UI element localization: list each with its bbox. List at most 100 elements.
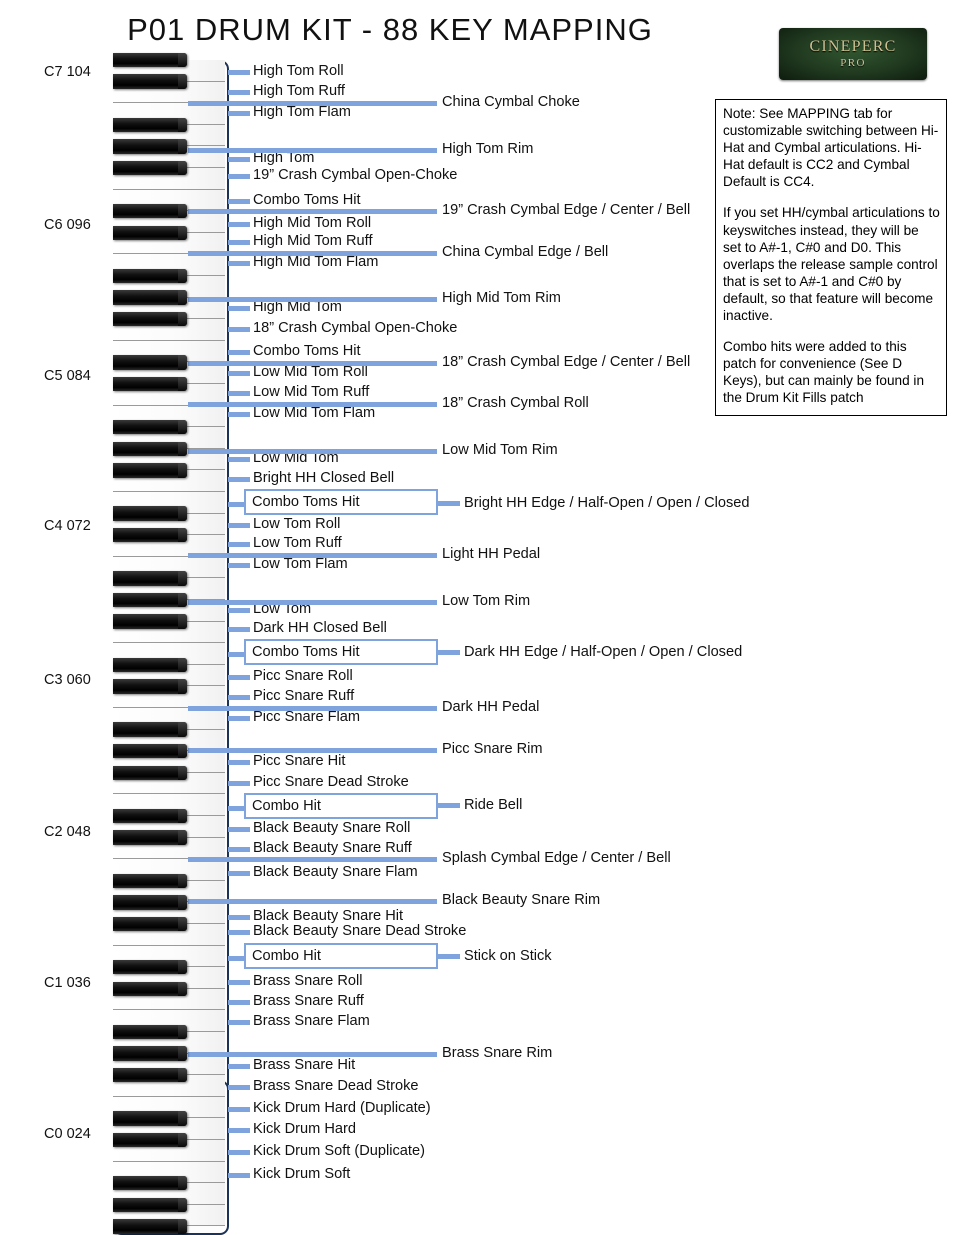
black-key[interactable] (113, 376, 187, 392)
articulation-label-white: Low Mid Tom Flam (253, 405, 376, 421)
connector-line-white (228, 240, 250, 245)
articulation-label-combo: Bright HH Edge / Half-Open / Open / Clos… (464, 495, 750, 511)
black-key[interactable] (113, 311, 187, 327)
articulation-label-white: High Mid Tom (253, 299, 342, 315)
black-key[interactable] (113, 679, 187, 694)
black-key[interactable] (113, 74, 187, 89)
page-title: P01 Drum Kit - 88 Key Mapping (127, 12, 653, 47)
connector-line-white (228, 70, 250, 75)
connector-line-white (228, 1064, 250, 1069)
black-key[interactable] (113, 614, 187, 629)
black-key[interactable] (113, 203, 187, 219)
connector-line-white (228, 306, 250, 311)
black-key[interactable] (113, 1111, 187, 1126)
black-key[interactable] (113, 463, 187, 478)
articulation-label-black: 18” Crash Cymbal Roll (442, 395, 589, 411)
black-key[interactable] (113, 722, 187, 737)
connector-line-white (228, 781, 250, 786)
connector-line-black (188, 297, 437, 302)
connector-line-black (188, 148, 437, 153)
articulation-label-white: Brass Snare Hit (253, 1057, 356, 1073)
connector-line-black (188, 251, 437, 256)
articulation-label-black: Picc Snare Rim (442, 741, 543, 757)
black-key[interactable] (113, 895, 187, 910)
black-key[interactable] (113, 808, 187, 824)
black-key[interactable] (113, 225, 187, 241)
articulation-label-black: 19” Crash Cymbal Edge / Center / Bell (442, 202, 691, 218)
articulation-label-white: Picc Snare Roll (253, 668, 353, 684)
note-paragraph: If you set HH/cymbal articulations to ke… (723, 205, 940, 324)
black-key[interactable] (113, 873, 187, 889)
black-key[interactable] (113, 765, 187, 781)
articulation-label-black: High Tom Rim (442, 141, 534, 157)
connector-line-white (228, 627, 250, 632)
articulation-label-white: Picc Snare Dead Stroke (253, 774, 409, 790)
black-key[interactable] (113, 268, 187, 284)
connector-line-black (188, 748, 437, 753)
black-key[interactable] (113, 981, 187, 997)
black-key[interactable] (113, 1024, 187, 1040)
combo-hit-box: Combo Toms Hit (244, 489, 438, 515)
black-key[interactable] (113, 571, 187, 586)
octave-marker-c0: C0 024 (44, 1126, 91, 1142)
note-box: Note: See MAPPING tab for customizable s… (715, 99, 947, 416)
octave-marker-c7: C7 104 (44, 64, 91, 80)
black-key[interactable] (113, 52, 187, 68)
connector-line-combo (437, 501, 460, 506)
black-key[interactable] (113, 1132, 187, 1148)
articulation-label-combo: Ride Bell (464, 797, 523, 813)
articulation-label-white: Brass Snare Dead Stroke (253, 1078, 419, 1094)
black-key[interactable] (113, 743, 187, 759)
black-key[interactable] (113, 506, 187, 521)
articulation-label-white: Kick Drum Hard (Duplicate) (253, 1100, 431, 1116)
black-key[interactable] (113, 441, 187, 457)
connector-line-white (228, 350, 250, 355)
black-key[interactable] (113, 959, 187, 975)
black-key[interactable] (113, 117, 187, 133)
connector-line-white (228, 827, 250, 832)
octave-marker-c6: C6 096 (44, 217, 91, 233)
black-key[interactable] (113, 657, 187, 673)
black-key[interactable] (113, 419, 187, 435)
connector-line-white (228, 716, 250, 721)
articulation-label-black: Light HH Pedal (442, 546, 541, 562)
octave-marker-c4: C4 072 (44, 518, 91, 534)
connector-line-white (228, 608, 250, 613)
black-key[interactable] (113, 355, 187, 370)
black-key[interactable] (113, 527, 187, 543)
octave-marker-c5: C5 084 (44, 368, 91, 384)
connector-line-black (188, 600, 437, 605)
black-key[interactable] (113, 592, 187, 608)
articulation-label-white: High Tom Roll (253, 63, 344, 79)
octave-marker-c2: C2 048 (44, 824, 91, 840)
black-key[interactable] (113, 1067, 187, 1083)
connector-line-white (228, 371, 250, 376)
black-key[interactable] (113, 916, 187, 932)
connector-line-white (228, 563, 250, 568)
connector-line-white (228, 90, 250, 95)
articulation-label-combo: Stick on Stick (464, 948, 552, 964)
connector-line-white (228, 1128, 250, 1133)
black-key[interactable] (113, 1175, 187, 1191)
connector-line-black (188, 209, 437, 214)
connector-line-white (228, 930, 250, 935)
black-key[interactable] (113, 139, 187, 154)
articulation-label-black: Splash Cymbal Edge / Center / Bell (442, 850, 671, 866)
articulation-label-black: Low Mid Tom Rim (442, 442, 558, 458)
black-key[interactable] (113, 1219, 187, 1234)
connector-line-white (228, 847, 250, 852)
black-key[interactable] (113, 290, 187, 305)
connector-line-combo (437, 803, 460, 808)
note-paragraph: Note: See MAPPING tab for customizable s… (723, 106, 939, 190)
articulation-label-white: Combo Toms Hit (253, 192, 361, 208)
connector-line-white (228, 261, 250, 266)
black-key[interactable] (113, 160, 187, 176)
connector-line-black (188, 101, 437, 106)
connector-line-black (188, 449, 437, 454)
logo-edition-text: PRO (840, 57, 866, 69)
articulation-label-black: 18” Crash Cymbal Edge / Center / Bell (442, 354, 691, 370)
articulation-label-black: Dark HH Pedal (442, 699, 540, 715)
black-key[interactable] (113, 830, 187, 845)
black-key[interactable] (113, 1197, 187, 1213)
black-key[interactable] (113, 1046, 187, 1061)
